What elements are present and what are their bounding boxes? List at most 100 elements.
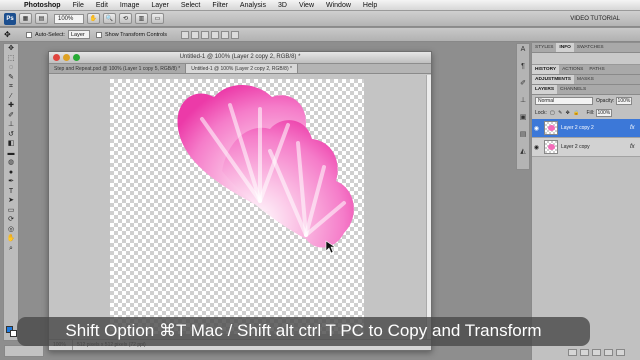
hand-tool[interactable]: ✋ [4,234,18,244]
photoshop-logo: Ps [4,12,16,25]
move-tool-icon[interactable]: ✥ [4,30,20,39]
hand-tool-button[interactable]: ✋ [87,13,100,24]
type-tool[interactable]: T [4,187,18,197]
crop-tool[interactable]: ⌗ [4,82,18,92]
menu-analysis[interactable]: Analysis [234,2,272,9]
pen-tool[interactable]: ✒ [4,177,18,187]
navigator-panel-icon[interactable]: ◭ [517,146,529,157]
brush-tool[interactable]: ✐ [4,111,18,121]
close-icon[interactable] [53,54,60,61]
arrange-documents-button[interactable]: ▥ [135,13,148,24]
healing-tool[interactable]: ✚ [4,101,18,111]
document-tabs: Step and Repeat.psd @ 100% (Layer 1 copy… [49,64,431,74]
tab-swatches[interactable]: SWATCHES [574,43,607,52]
align-top-icon[interactable] [181,30,190,39]
tab-channels[interactable]: CHANNELS [557,85,589,94]
add-mask-button[interactable] [592,349,601,356]
tab-paths[interactable]: PATHS [586,65,607,74]
tab-actions[interactable]: ACTIONS [559,65,586,74]
tab-styles[interactable]: STYLES [532,43,556,52]
paragraph-panel-icon[interactable]: ¶ [517,61,529,72]
layer-row[interactable]: ◉ Layer 2 copy 2 fx [532,119,640,138]
move-tool[interactable]: ✥ [4,44,18,54]
lasso-tool[interactable]: ◌ [4,63,18,73]
visibility-eye-icon[interactable]: ◉ [532,144,541,151]
show-transform-checkbox[interactable] [95,31,102,38]
align-left-icon[interactable] [211,30,220,39]
dodge-tool[interactable]: ● [4,168,18,178]
path-select-tool[interactable]: ➤ [4,196,18,206]
align-right-icon[interactable] [231,30,240,39]
zoom-tool[interactable]: ⌕ [4,244,18,254]
minimize-icon[interactable] [63,54,70,61]
layer-effects-icon[interactable]: fx [630,125,640,131]
bridge-button[interactable]: ▦ [19,13,32,24]
gradient-tool[interactable]: ▬ [4,149,18,159]
align-bottom-icon[interactable] [201,30,210,39]
layer-comps-panel-icon[interactable]: ▤ [517,129,529,140]
zoom-window-icon[interactable] [73,54,80,61]
visibility-eye-icon[interactable]: ◉ [532,125,541,132]
eyedropper-tool[interactable]: ⁄ [4,92,18,102]
blend-mode-select[interactable]: Normal [535,97,593,105]
workspace-switcher[interactable]: VIDEO TUTORIAL [570,16,620,22]
shape-tool[interactable]: ▭ [4,206,18,216]
layer-row[interactable]: ◉ Layer 2 copy fx [532,138,640,157]
history-brush-tool[interactable]: ↺ [4,130,18,140]
tab-history[interactable]: HISTORY [532,65,560,74]
align-center-icon[interactable] [221,30,230,39]
blur-tool[interactable]: ◍ [4,158,18,168]
app-menu[interactable]: Photoshop [18,2,67,9]
marquee-tool[interactable]: ⬚ [4,54,18,64]
menu-edit[interactable]: Edit [90,2,114,9]
layer-name: Layer 2 copy 2 [561,125,594,131]
lock-icons[interactable]: ▢ ✎ ✥ 🔒 [550,110,581,116]
3d-orbit-tool[interactable]: ◎ [4,225,18,235]
delete-layer-button[interactable] [616,349,625,356]
tool-presets-panel-icon[interactable]: ▣ [517,112,529,123]
background-color-swatch[interactable] [10,330,17,337]
new-layer-button[interactable] [604,349,613,356]
character-panel-icon[interactable]: A [517,44,529,55]
tab-layers[interactable]: LAYERS [532,85,558,94]
layers-lock-row: Lock: ▢ ✎ ✥ 🔒 Fill: 100% [532,107,640,119]
link-layers-button[interactable] [568,349,577,356]
tab-step-and-repeat[interactable]: Step and Repeat.psd @ 100% (Layer 1 copy… [49,64,187,73]
vertical-scrollbar[interactable] [426,75,431,340]
menu-filter[interactable]: Filter [206,2,234,9]
tab-adjustments[interactable]: ADJUSTMENTS [532,75,574,84]
rotate-view-button[interactable]: ⟲ [119,13,132,24]
canvas[interactable] [110,79,364,334]
tab-masks[interactable]: MASKS [574,75,597,84]
auto-select-checkbox[interactable] [26,31,32,38]
3d-rotate-tool[interactable]: ⟳ [4,215,18,225]
history-panel-tabs: HISTORY ACTIONS PATHS [532,65,640,75]
clone-source-panel-icon[interactable]: ⊥ [517,95,529,106]
zoom-level-select[interactable]: 100% [54,13,84,24]
layer-effects-icon[interactable]: fx [630,144,640,150]
tab-info[interactable]: INFO [556,43,574,52]
screen-mode-button[interactable]: ▭ [151,13,164,24]
menu-select[interactable]: Select [175,2,206,9]
clone-stamp-tool[interactable]: ⊥ [4,120,18,130]
menu-window[interactable]: Window [320,2,357,9]
add-style-button[interactable] [580,349,589,356]
quick-select-tool[interactable]: ✎ [4,73,18,83]
zoom-tool-button[interactable]: 🔍 [103,13,116,24]
fill-label: Fill: [586,110,595,116]
fill-field[interactable]: 100% [596,109,613,117]
eraser-tool[interactable]: ◧ [4,139,18,149]
brush-panel-icon[interactable]: ✐ [517,78,529,89]
menu-view[interactable]: View [293,2,320,9]
align-middle-icon[interactable] [191,30,200,39]
tab-untitled-1[interactable]: Untitled-1 @ 100% (Layer 2 copy 2, RGB/8… [186,64,298,73]
menu-image[interactable]: Image [114,2,145,9]
mini-bridge-button[interactable]: ▤ [35,13,48,24]
menu-help[interactable]: Help [357,2,383,9]
auto-select-dropdown[interactable]: Layer [67,30,90,39]
opacity-field[interactable]: 100% [616,97,633,105]
menu-file[interactable]: File [67,2,90,9]
mac-menu-bar: Photoshop File Edit Image Layer Select F… [0,0,640,11]
menu-layer[interactable]: Layer [145,2,175,9]
menu-3d[interactable]: 3D [272,2,293,9]
